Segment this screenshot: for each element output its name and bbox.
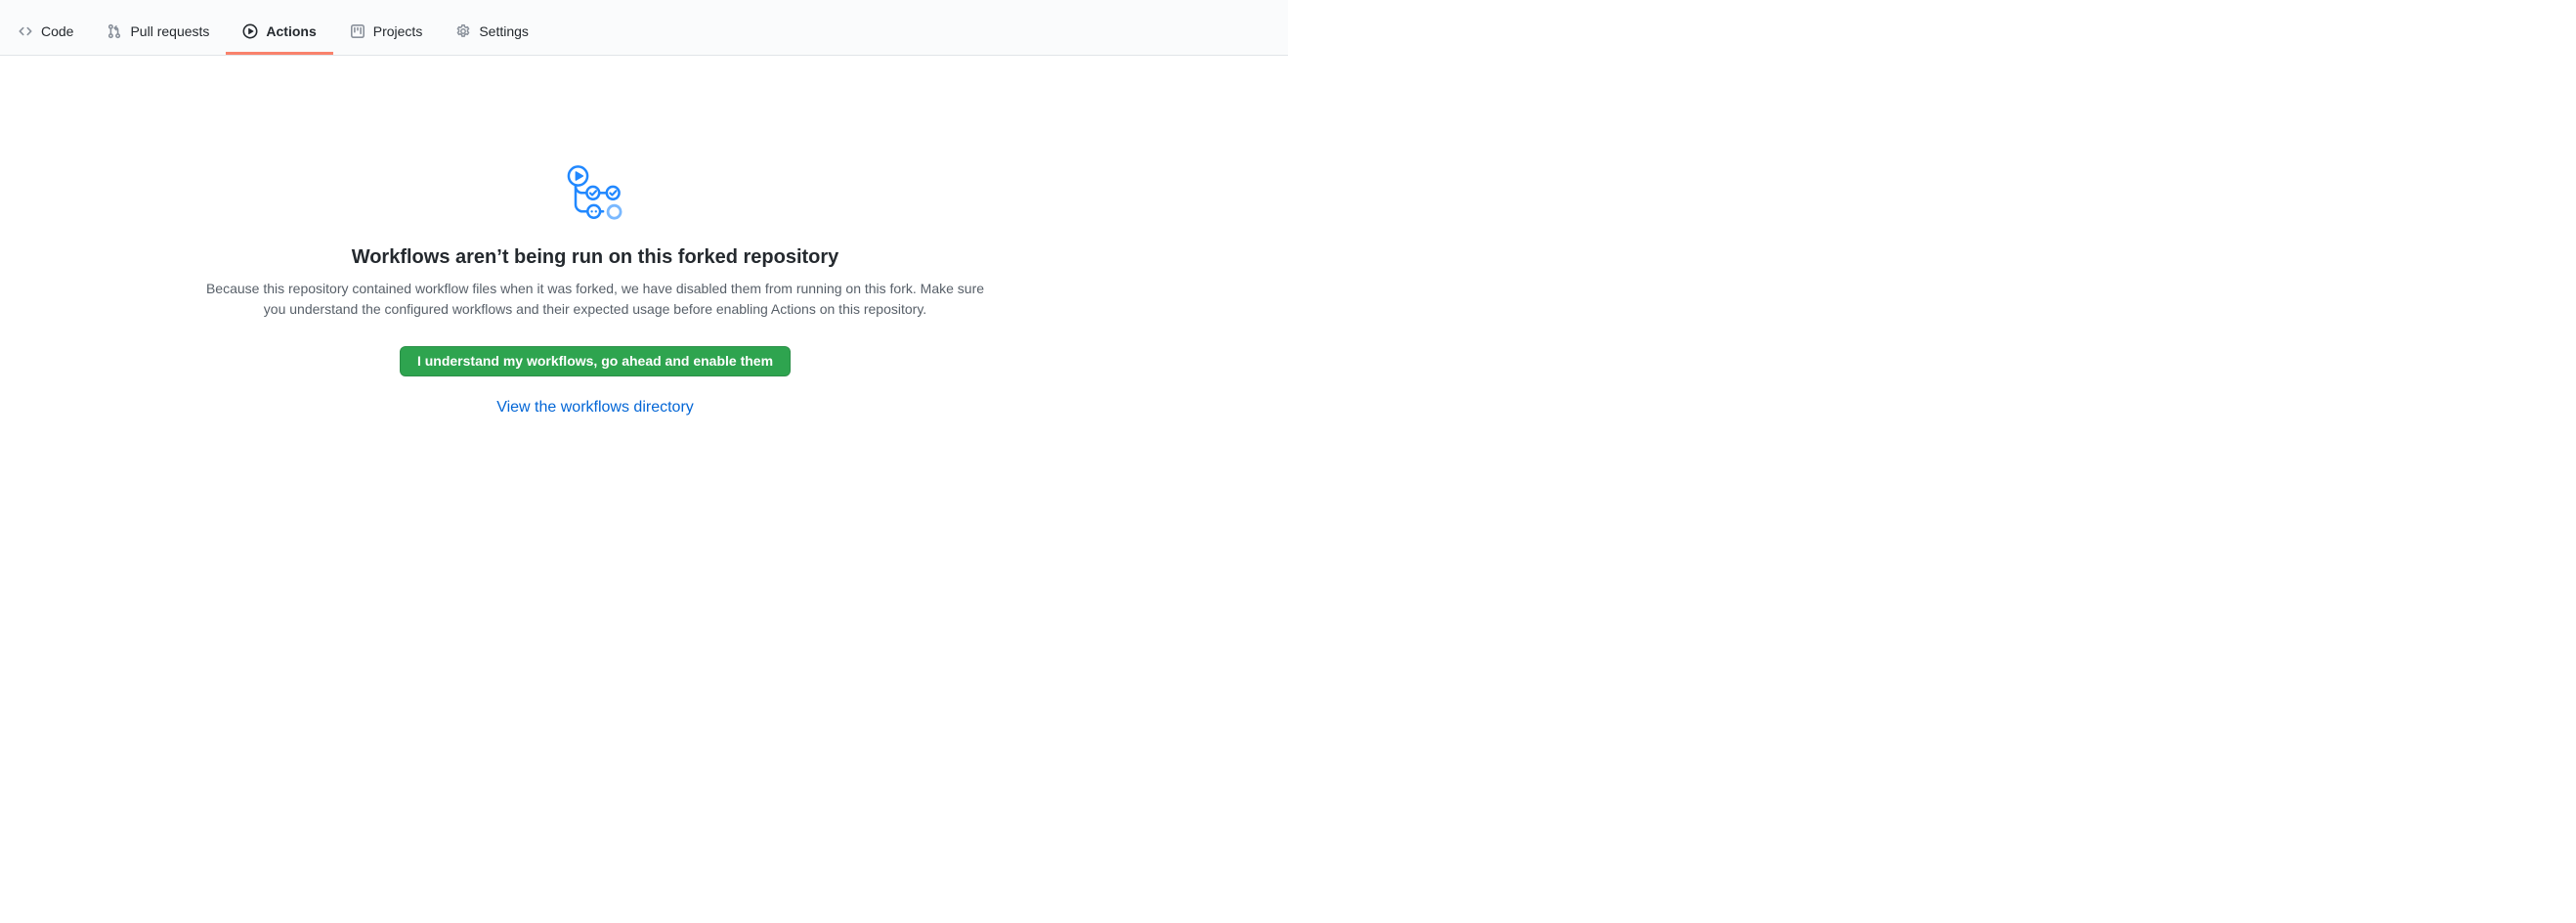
project-board-icon xyxy=(350,23,365,39)
tab-label: Code xyxy=(41,24,73,38)
play-circle-icon xyxy=(242,23,258,39)
enable-workflows-button[interactable]: I understand my workflows, go ahead and … xyxy=(400,346,791,376)
repo-nav: Code Pull requests Actions Projects Sett… xyxy=(0,0,1288,56)
tab-label: Projects xyxy=(373,24,423,38)
tab-settings[interactable]: Settings xyxy=(439,0,545,55)
tab-label: Pull requests xyxy=(130,24,209,38)
tab-pull-requests[interactable]: Pull requests xyxy=(90,0,226,55)
code-icon xyxy=(18,23,33,39)
blankslate-description: Because this repository contained workfl… xyxy=(204,279,986,320)
tab-projects[interactable]: Projects xyxy=(333,0,440,55)
actions-blankslate: Workflows aren’t being run on this forke… xyxy=(0,56,1288,419)
blankslate-heading: Workflows aren’t being run on this forke… xyxy=(0,245,1190,270)
workflow-graph-icon xyxy=(567,163,623,220)
tab-actions[interactable]: Actions xyxy=(226,0,332,55)
tab-label: Settings xyxy=(479,24,529,38)
tab-code[interactable]: Code xyxy=(1,0,90,55)
view-workflows-directory-link[interactable]: View the workflows directory xyxy=(496,399,694,416)
tab-label: Actions xyxy=(266,24,316,38)
git-pull-request-icon xyxy=(107,23,122,39)
gear-icon xyxy=(455,23,471,39)
